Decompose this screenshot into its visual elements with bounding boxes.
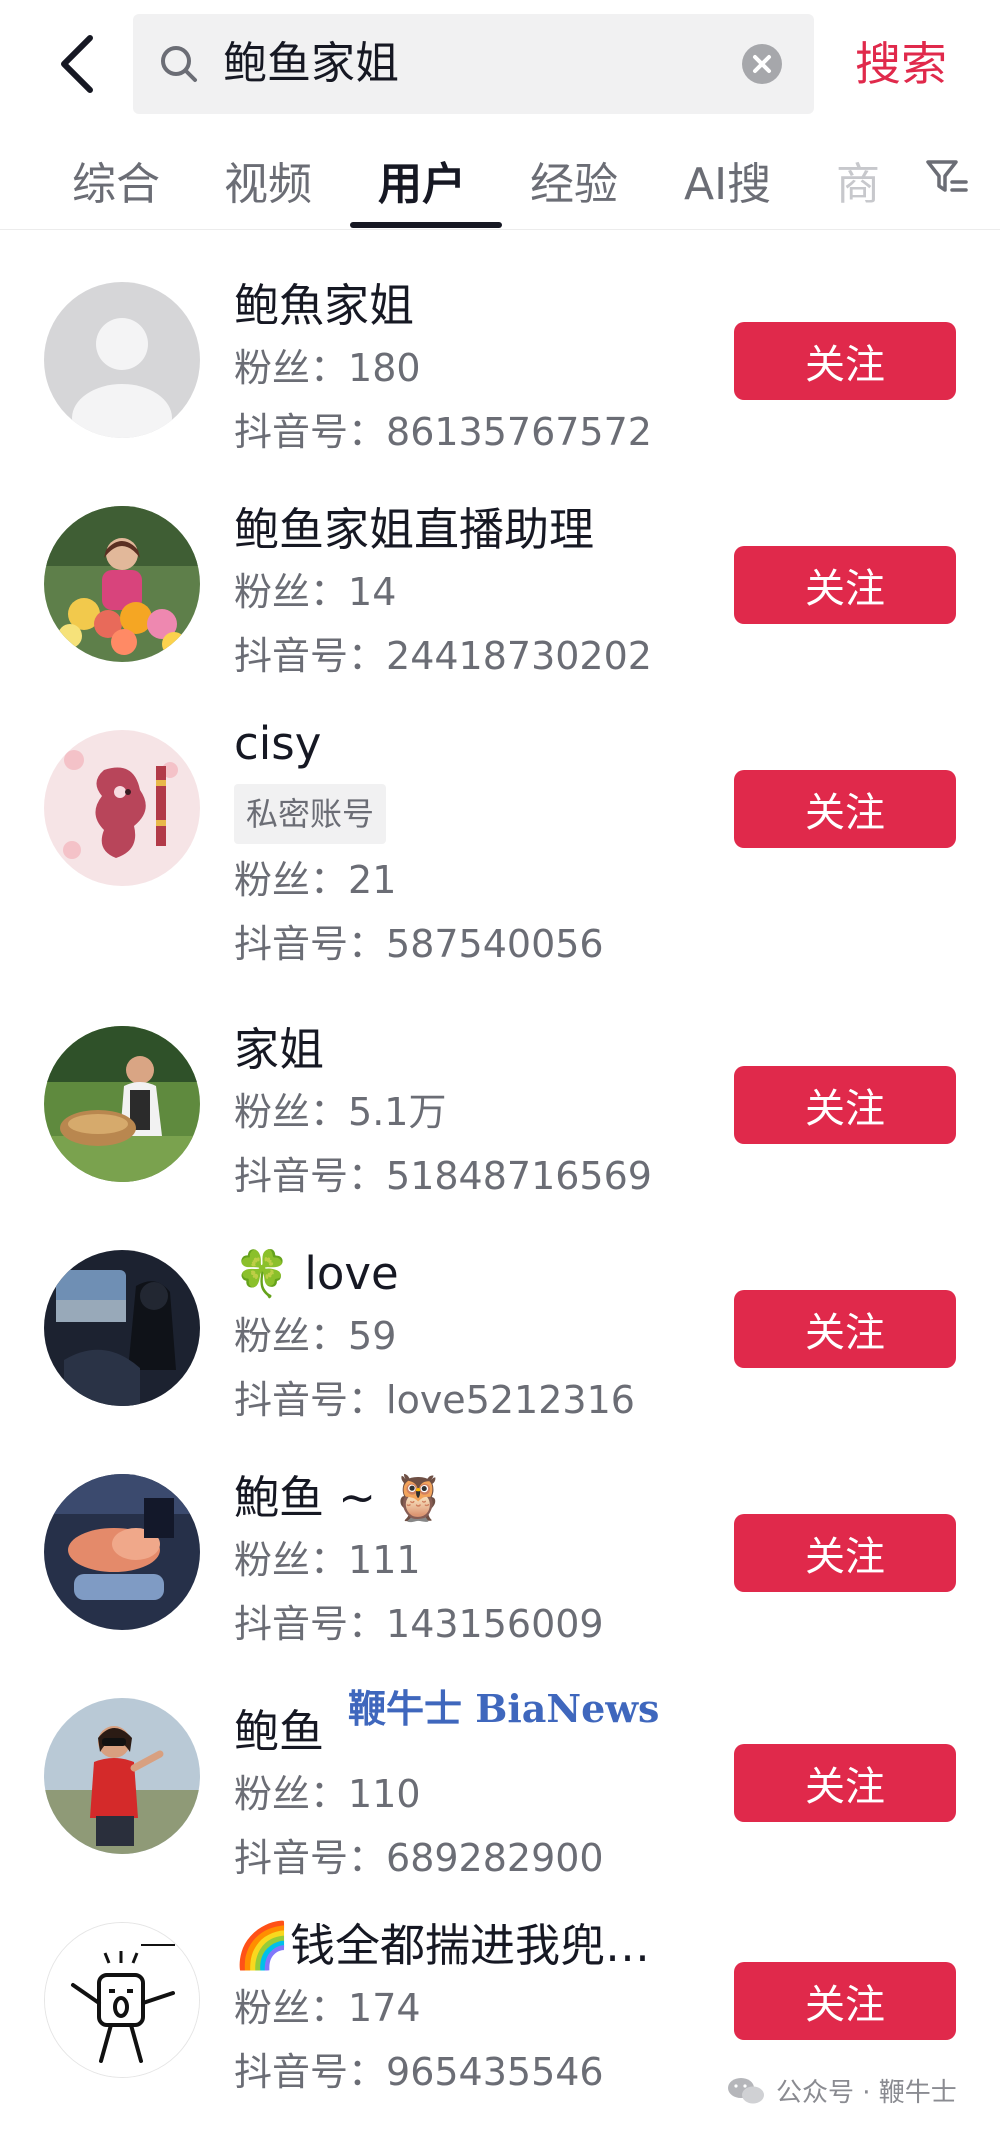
footer-text: 公众号 · 鞭牛士 bbox=[776, 2078, 957, 2108]
user-douyin-id: 抖音号：love5212316 bbox=[234, 1378, 635, 1422]
woman-with-flowers-image bbox=[44, 506, 200, 662]
wechat-account-mark: 公众号 · 鞭牛士 bbox=[726, 2072, 957, 2109]
person-in-car-image bbox=[44, 1250, 200, 1406]
avatar[interactable] bbox=[44, 730, 200, 886]
user-name: 🍀 love bbox=[234, 1247, 399, 1300]
clear-search-button[interactable] bbox=[742, 44, 782, 84]
stick-figure-drawing-image bbox=[45, 1923, 199, 2077]
follow-button[interactable]: 关注 bbox=[734, 1514, 956, 1592]
avatar[interactable] bbox=[44, 282, 200, 438]
user-fans: 粉丝：111 bbox=[234, 1538, 421, 1582]
follow-button[interactable]: 关注 bbox=[734, 1744, 956, 1822]
private-account-tag: 私密账号 bbox=[234, 784, 387, 844]
user-douyin-id: 抖音号：689282900 bbox=[234, 1836, 604, 1880]
user-douyin-id: 抖音号：143156009 bbox=[234, 1602, 604, 1646]
avatar[interactable] bbox=[44, 1474, 200, 1630]
follow-button[interactable]: 关注 bbox=[734, 546, 956, 624]
search-input[interactable]: 鲍鱼家姐 bbox=[133, 14, 814, 114]
user-douyin-id: 抖音号：51848716569 bbox=[234, 1154, 652, 1198]
wechat-icon bbox=[728, 2077, 764, 2103]
user-name: 鲍鱼 bbox=[234, 1705, 325, 1758]
search-query: 鲍鱼家姐 bbox=[223, 38, 399, 89]
search-button[interactable]: 搜索 bbox=[855, 28, 947, 100]
tab-ai-search[interactable]: AI搜 bbox=[684, 148, 771, 212]
clear-icon bbox=[753, 55, 771, 73]
avatar[interactable] bbox=[44, 1698, 200, 1854]
result-tabs: 综合 视频 用户 经验 AI搜 商 bbox=[0, 130, 1000, 230]
back-button[interactable] bbox=[48, 28, 104, 100]
follow-button[interactable]: 关注 bbox=[734, 1290, 956, 1368]
filter-button[interactable] bbox=[922, 152, 972, 202]
follow-button[interactable]: 关注 bbox=[734, 1962, 956, 2040]
user-fans: 粉丝：14 bbox=[234, 570, 397, 614]
tab-comprehensive[interactable]: 综合 bbox=[72, 148, 160, 212]
user-name: 鮑鱼 ~ 🦉 bbox=[234, 1471, 447, 1524]
default-avatar-icon bbox=[44, 282, 200, 438]
search-header: 鲍鱼家姐 搜索 bbox=[0, 0, 1000, 128]
bianews-watermark: 鞭牛士 BiaNews bbox=[348, 1686, 660, 1731]
user-fans: 粉丝：174 bbox=[234, 1986, 421, 2030]
tab-users[interactable]: 用户 bbox=[378, 148, 466, 212]
user-fans: 粉丝：59 bbox=[234, 1314, 397, 1358]
user-name: 🌈钱全都揣进我兜… bbox=[234, 1919, 651, 1972]
dragon-illustration-image bbox=[44, 730, 200, 886]
woman-in-red-image bbox=[44, 1698, 200, 1854]
avatar[interactable] bbox=[44, 506, 200, 662]
blurred-photo-image bbox=[44, 1474, 200, 1630]
user-douyin-id: 抖音号：965435546 bbox=[234, 2050, 604, 2094]
avatar[interactable] bbox=[44, 1026, 200, 1182]
tab-video[interactable]: 视频 bbox=[224, 148, 312, 212]
active-tab-indicator bbox=[350, 222, 502, 228]
follow-button[interactable]: 关注 bbox=[734, 770, 956, 848]
user-fans: 粉丝：21 bbox=[234, 858, 397, 902]
tab-experience[interactable]: 经验 bbox=[530, 148, 618, 212]
user-name: 鲍鱼家姐直播助理 bbox=[234, 503, 595, 556]
user-fans: 粉丝：180 bbox=[234, 346, 421, 390]
follow-button[interactable]: 关注 bbox=[734, 1066, 956, 1144]
tab-shop[interactable]: 商 bbox=[836, 148, 880, 212]
search-icon bbox=[161, 46, 197, 82]
user-name: 鲍魚家姐 bbox=[234, 279, 415, 332]
user-fans: 粉丝：5.1万 bbox=[234, 1090, 447, 1134]
chevron-left-icon bbox=[61, 35, 93, 93]
avatar[interactable] bbox=[44, 1250, 200, 1406]
avatar[interactable] bbox=[44, 1922, 200, 2078]
user-name: 家姐 bbox=[234, 1023, 325, 1076]
follow-button[interactable]: 关注 bbox=[734, 322, 956, 400]
user-douyin-id: 抖音号：587540056 bbox=[234, 922, 604, 966]
user-fans: 粉丝：110 bbox=[234, 1772, 421, 1816]
user-douyin-id: 抖音号：24418730202 bbox=[234, 634, 652, 678]
user-douyin-id: 抖音号：86135767572 bbox=[234, 410, 652, 454]
filter-icon bbox=[926, 160, 968, 192]
user-name: cisy bbox=[234, 717, 322, 770]
woman-with-basket-image bbox=[44, 1026, 200, 1182]
